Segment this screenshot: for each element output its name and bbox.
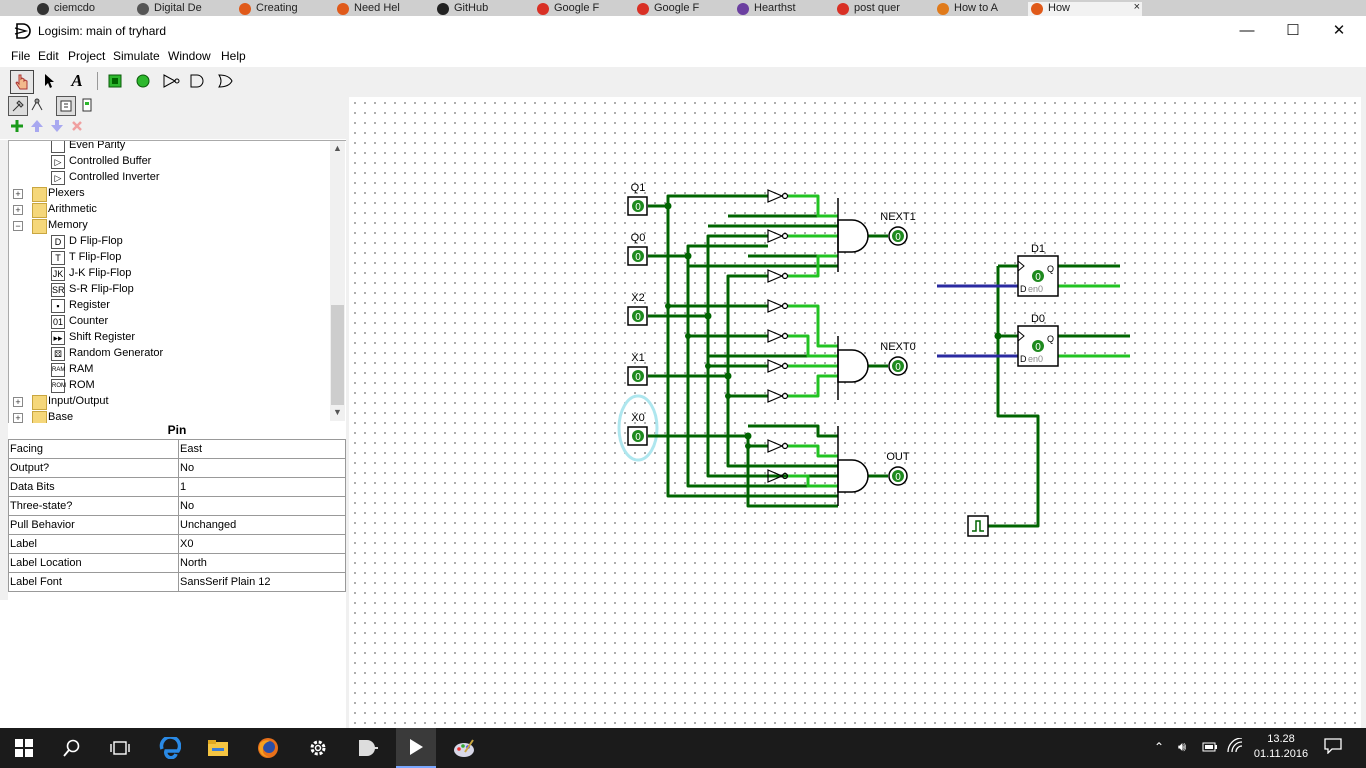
clock-time: 13.28	[1267, 733, 1295, 745]
taskbar-clock[interactable]: 13.28 01.11.2016	[1248, 732, 1314, 762]
not-gate	[767, 269, 789, 283]
not-gate	[767, 439, 789, 453]
flipflop-d1[interactable]: 0 Q D en0 D1	[1017, 243, 1059, 297]
and-gate-out	[837, 459, 869, 493]
label-q0: Q0	[631, 232, 646, 244]
and-gates[interactable]	[837, 198, 869, 506]
pin-value: 0	[635, 312, 641, 323]
bus-wires[interactable]	[937, 284, 1018, 358]
ff-q-label: Q	[1047, 334, 1054, 344]
input-pin-x2: 0	[627, 306, 648, 326]
label-x0: X0	[631, 412, 644, 424]
label-x2: X2	[631, 292, 644, 304]
pin-value: 0	[895, 472, 901, 483]
label-d1: D1	[1031, 243, 1045, 255]
circuit-diagram[interactable]: 0 0 0 0 0 Q1 Q0 X2 X1 X0 0 0 0 NEXT1 NEX…	[0, 0, 1366, 728]
ff-q-label: Q	[1047, 264, 1054, 274]
clock-date: 01.11.2016	[1253, 748, 1309, 760]
ff-enable-label: en0	[1028, 354, 1043, 364]
ff-enable-label: en0	[1028, 284, 1043, 294]
output-pins[interactable]: 0 0 0	[888, 226, 908, 486]
output-pin-out: 0	[888, 466, 908, 486]
pin-value: 0	[895, 362, 901, 373]
volume-icon[interactable]: 🔊︎	[1178, 739, 1186, 755]
pin-value: 0	[635, 252, 641, 263]
flipflop-d0[interactable]: 0 Q D en0 D0	[1017, 313, 1059, 367]
firefox-icon[interactable]	[248, 728, 288, 768]
paint-icon[interactable]	[444, 728, 484, 768]
output-pin-next1: 0	[888, 226, 908, 246]
not-gate	[767, 389, 789, 403]
input-pin-labels: Q1 Q0 X2 X1 X0	[631, 182, 646, 424]
not-gate	[767, 229, 789, 243]
output-pin-labels: NEXT1 NEXT0 OUT	[880, 211, 915, 463]
not-gates[interactable]	[767, 189, 789, 483]
input-pin-q1: 0	[627, 196, 648, 216]
edge-browser-icon[interactable]	[150, 728, 190, 768]
not-gate	[767, 329, 789, 343]
not-gate	[767, 359, 789, 373]
junction-dots	[664, 202, 1002, 449]
label-next0: NEXT0	[880, 341, 915, 353]
clock-component[interactable]	[967, 515, 989, 537]
ff-state: 0	[1035, 342, 1041, 353]
battery-icon[interactable]	[1202, 741, 1218, 756]
label-out: OUT	[886, 451, 910, 463]
input-pin-x1: 0	[627, 366, 648, 386]
and-gate-next1	[837, 219, 869, 253]
ff-d-label: D	[1020, 354, 1027, 364]
settings-gear-icon[interactable]	[298, 728, 338, 768]
not-gate	[767, 189, 789, 203]
pin-value: 0	[895, 232, 901, 243]
wifi-icon[interactable]	[1226, 737, 1244, 757]
input-pin-q0: 0	[627, 246, 648, 266]
pin-value: 0	[635, 202, 641, 213]
pin-value: 0	[635, 432, 641, 443]
search-icon[interactable]	[52, 728, 92, 768]
label-next1: NEXT1	[880, 211, 915, 223]
logisim-active-taskbar-icon[interactable]	[396, 728, 436, 768]
notifications-icon[interactable]	[1324, 738, 1342, 757]
label-d0: D0	[1031, 313, 1045, 325]
pin-value: 0	[635, 372, 641, 383]
input-pin-x0: 0	[627, 426, 648, 446]
start-button[interactable]	[4, 728, 44, 768]
ff-d-label: D	[1020, 284, 1027, 294]
not-gate	[767, 299, 789, 313]
output-pin-next0: 0	[888, 356, 908, 376]
task-view-icon[interactable]	[100, 728, 140, 768]
logisim-taskbar-icon[interactable]	[348, 728, 388, 768]
label-x1: X1	[631, 352, 644, 364]
and-gate-next0	[837, 349, 869, 383]
file-explorer-icon[interactable]	[198, 728, 238, 768]
label-q1: Q1	[631, 182, 646, 194]
show-hidden-icons-icon[interactable]: ⌃	[1154, 740, 1164, 754]
ff-state: 0	[1035, 272, 1041, 283]
